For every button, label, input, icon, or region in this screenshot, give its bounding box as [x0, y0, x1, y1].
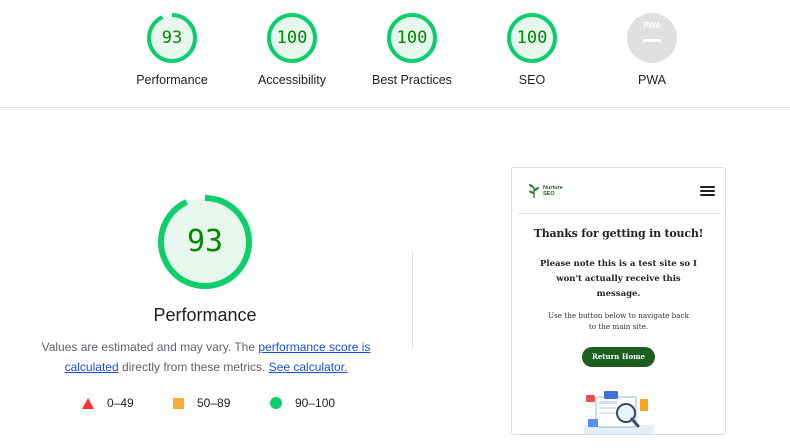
pwa-badge-icon: PWA	[627, 13, 677, 63]
gauge-ring: 100	[386, 12, 438, 64]
gauge-best-practices[interactable]: 100 Best Practices	[362, 12, 462, 87]
performance-gauge: 93	[155, 192, 255, 292]
legend-range: 50–89	[197, 396, 231, 410]
triangle-icon	[82, 397, 94, 409]
gauge-ring: 100	[506, 12, 558, 64]
gauge-score: 100	[396, 28, 428, 48]
pwa-dash	[643, 39, 661, 42]
performance-score: 93	[186, 224, 224, 259]
preview-note: Please note this is a test site so I won…	[539, 259, 698, 299]
gauge-ring: 93	[146, 12, 198, 64]
desc-text: directly from these metrics.	[118, 360, 269, 374]
gauge-performance[interactable]: 93 Performance	[122, 12, 222, 87]
legend-item-fail: 0–49	[82, 396, 134, 410]
preview-site-header: Nurture SEO	[518, 168, 721, 214]
score-legend: 0–49 50–89 90–100	[0, 396, 400, 414]
gauge-label: Performance	[136, 73, 208, 87]
preview-illustration-icon	[584, 391, 654, 434]
legend-range: 0–49	[107, 396, 134, 410]
pwa-badge-text: PWA	[643, 21, 661, 30]
legend-range: 90–100	[295, 396, 336, 410]
see-calculator-link[interactable]: See calculator.	[269, 360, 348, 374]
leaf-icon	[529, 184, 539, 198]
desc-text: Values are estimated and may vary. The	[41, 340, 259, 354]
logo-line: Nurture	[543, 184, 563, 191]
square-icon	[173, 397, 184, 409]
preview-site-logo: Nurture SEO	[528, 183, 563, 198]
performance-title: Performance	[153, 305, 257, 325]
performance-description: Values are estimated and may vary. The p…	[30, 337, 382, 377]
gauge-label: Best Practices	[372, 73, 452, 87]
gauge-pwa[interactable]: PWA PWA	[602, 12, 702, 87]
gauge-accessibility[interactable]: 100 Accessibility	[242, 12, 342, 87]
preview-heading: Thanks for getting in touch!	[533, 227, 704, 240]
category-score-row: 93 Performance 100 Accessibility 100 Bes…	[0, 0, 790, 108]
circle-icon	[270, 397, 282, 409]
preview-logo-text: Nurture SEO	[543, 185, 563, 197]
preview-subtext: Use the button below to navigate back to…	[548, 311, 689, 331]
legend-item-average: 50–89	[173, 396, 230, 410]
logo-line: SEO	[543, 190, 555, 197]
gauge-score: 100	[516, 28, 548, 48]
hamburger-menu-icon	[700, 186, 715, 197]
gauge-label: PWA	[637, 73, 666, 87]
vertical-divider	[412, 252, 413, 348]
gauge-score: 100	[276, 28, 308, 48]
gauge-score: 93	[161, 28, 183, 48]
final-screenshot-preview[interactable]: Nurture SEO Thanks for getting in touch!…	[511, 167, 726, 435]
gauge-ring: 100	[266, 12, 318, 64]
legend-item-pass: 90–100	[270, 396, 335, 410]
preview-return-home-button: Return Home	[582, 347, 655, 367]
gauge-label: SEO	[518, 73, 546, 87]
gauge-label: Accessibility	[257, 73, 327, 87]
gauge-seo[interactable]: 100 SEO	[482, 12, 582, 87]
